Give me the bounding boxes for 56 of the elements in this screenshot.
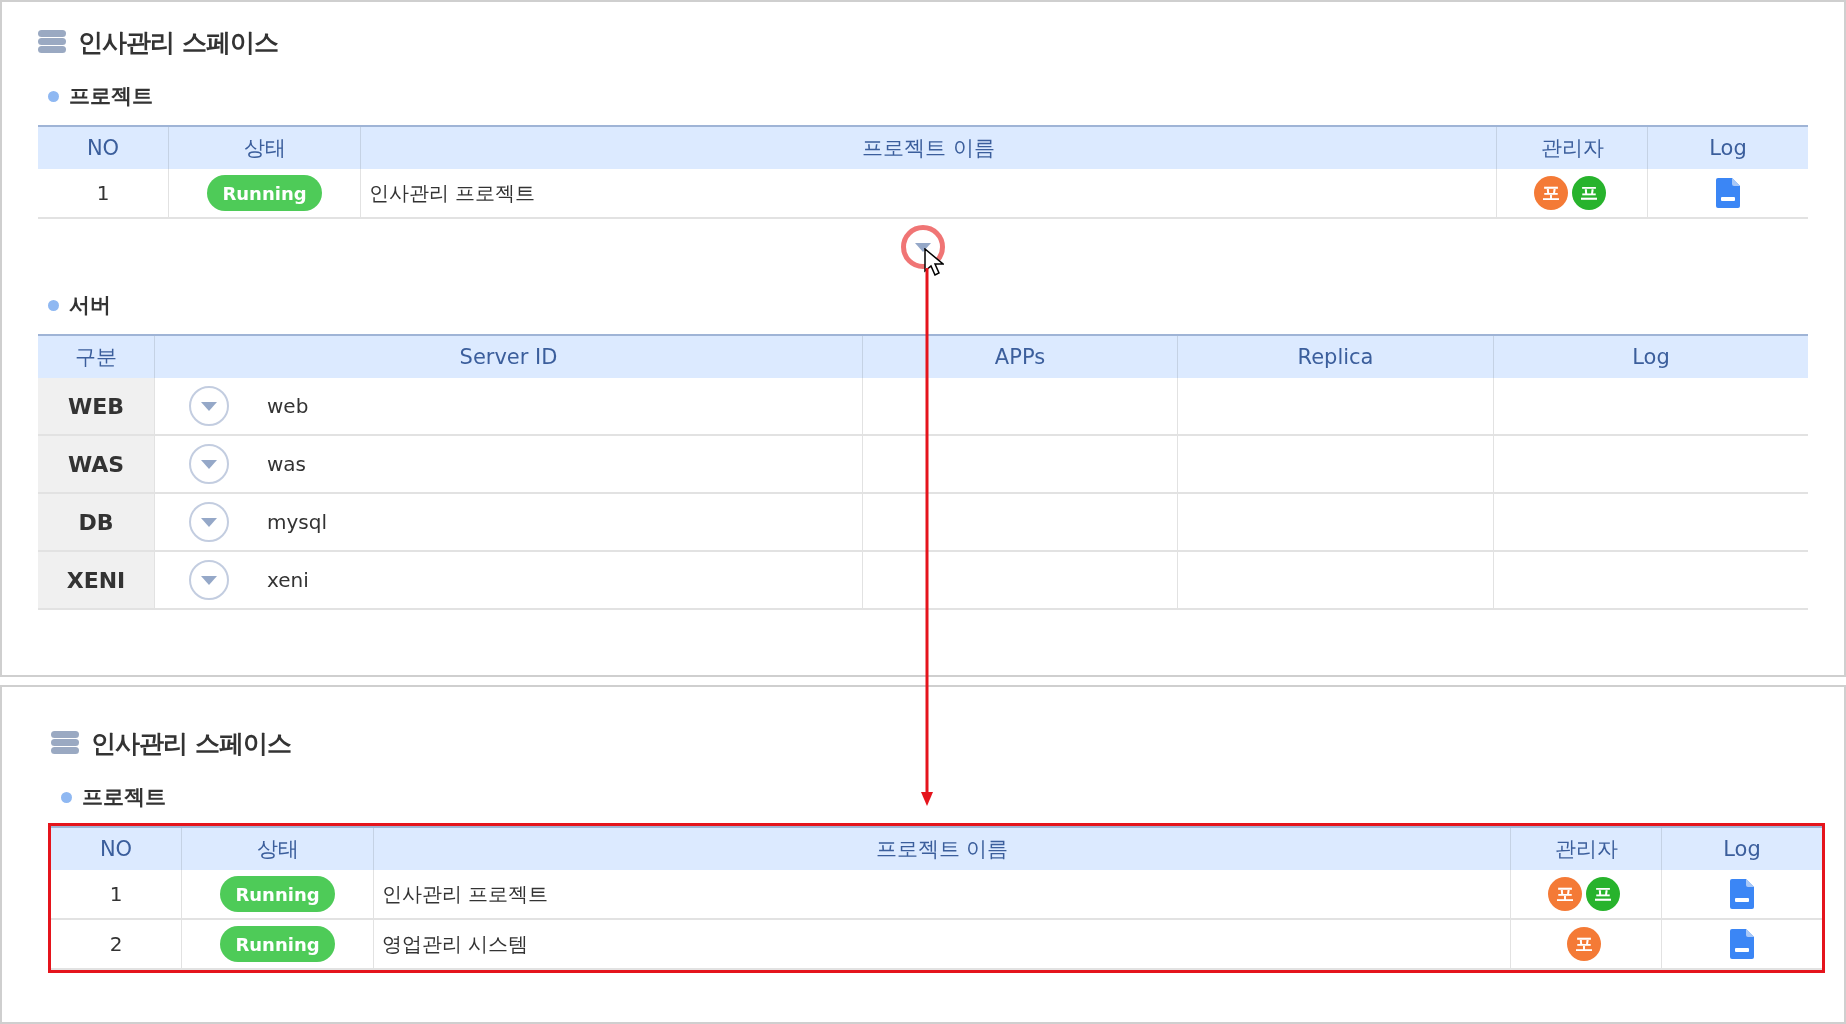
caret-icon (201, 459, 217, 469)
row-number: 1 (109, 882, 123, 906)
caret-icon (201, 517, 217, 527)
bullet-icon (61, 791, 72, 803)
mouse-cursor-icon (924, 248, 944, 276)
column-header: 프로젝트 이름 (360, 127, 1496, 169)
server-type: XENI (66, 567, 126, 593)
column-header: 관리자 (1510, 828, 1661, 870)
column-header: Server ID (154, 336, 862, 378)
column-header: Replica (1177, 336, 1493, 378)
bullet-icon (48, 299, 59, 311)
status-badge: Running (207, 175, 322, 211)
server-id: xeni (267, 568, 309, 592)
status-badge: Running (220, 876, 335, 912)
column-header: NO (38, 127, 168, 169)
column-header: 관리자 (1496, 127, 1647, 169)
server-stack-icon (51, 731, 79, 755)
server-type: WAS (67, 451, 125, 477)
column-header: 구분 (38, 336, 154, 378)
server-id: mysql (267, 510, 327, 534)
column-header: Log (1493, 336, 1808, 378)
project-name: 인사관리 프로젝트 (382, 880, 549, 908)
manager-avatar: 포 (1534, 176, 1568, 210)
project-name: 인사관리 프로젝트 (369, 179, 536, 207)
project-name: 영업관리 시스템 (382, 930, 529, 958)
column-header: APPs (862, 336, 1177, 378)
log-file-icon (1730, 929, 1754, 959)
caret-icon (915, 242, 931, 252)
column-header: NO (51, 828, 181, 870)
column-header: 상태 (181, 828, 373, 870)
status-badge: Running (220, 926, 335, 962)
manager-avatar: 프 (1572, 176, 1606, 210)
server-type: DB (78, 509, 114, 535)
section-label: 서버 (69, 292, 111, 319)
caret-icon (201, 401, 217, 411)
server-id: web (267, 394, 309, 418)
column-header: 상태 (168, 127, 360, 169)
log-file-icon (1716, 178, 1740, 208)
column-header: 프로젝트 이름 (373, 828, 1510, 870)
server-stack-icon (38, 30, 66, 54)
space-title: 인사관리 스페이스 (91, 727, 291, 760)
log-file-icon (1730, 879, 1754, 909)
server-type: WEB (67, 393, 125, 419)
server-id: was (267, 452, 307, 476)
row-number: 2 (109, 932, 123, 956)
row-number: 1 (96, 181, 110, 205)
manager-avatar: 포 (1567, 927, 1601, 961)
column-header: Log (1661, 828, 1822, 870)
space-title: 인사관리 스페이스 (78, 26, 278, 59)
column-header: Log (1647, 127, 1808, 169)
caret-icon (201, 575, 217, 585)
manager-avatar: 프 (1586, 877, 1620, 911)
bullet-icon (48, 90, 59, 102)
section-label: 프로젝트 (69, 83, 153, 110)
manager-avatar: 포 (1548, 877, 1582, 911)
section-label: 프로젝트 (82, 784, 166, 811)
